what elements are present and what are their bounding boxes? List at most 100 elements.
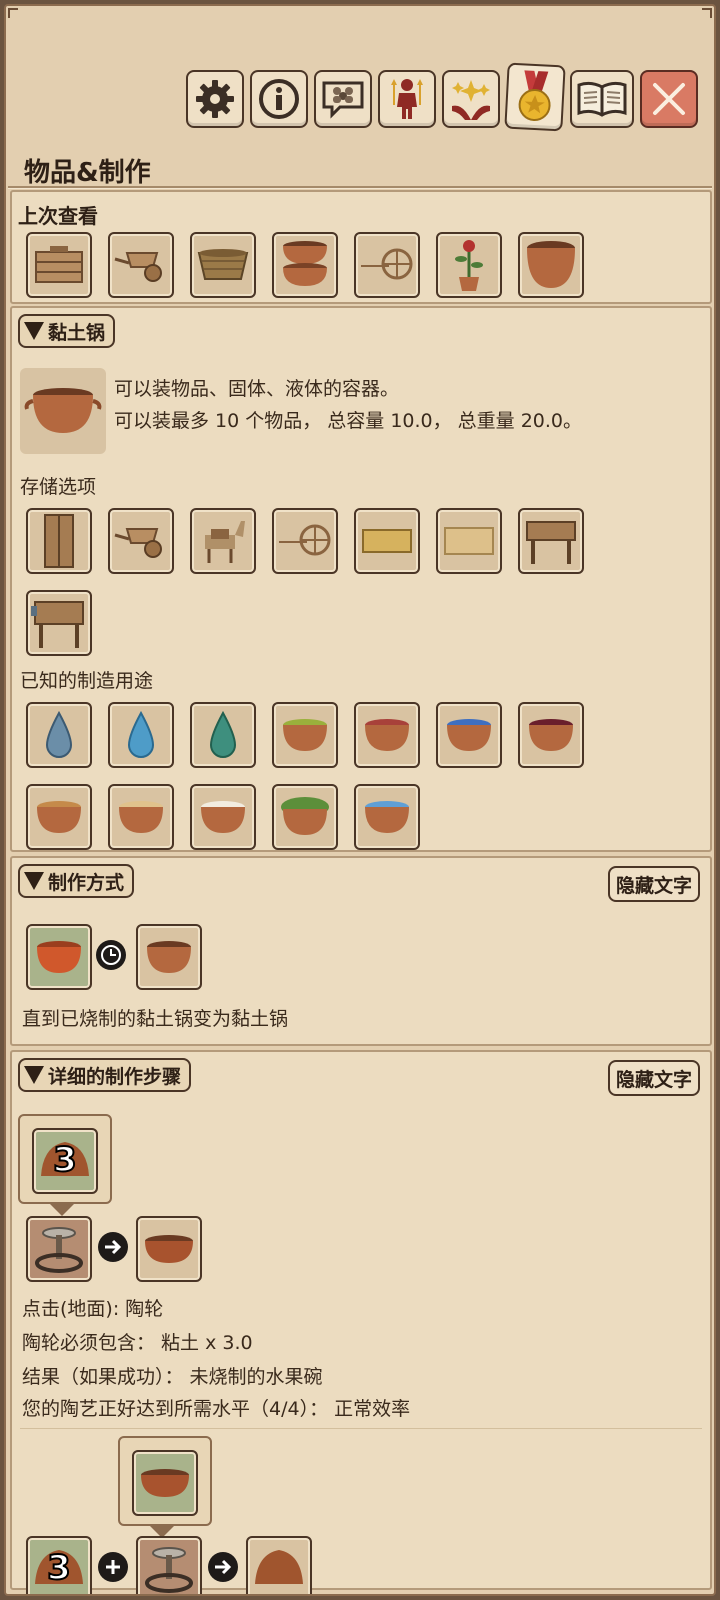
pot-blue-berries-icon (441, 715, 497, 755)
method-description: 直到已烧制的黏土锅变为黏土锅 (22, 1008, 289, 1030)
social-button[interactable] (314, 70, 372, 128)
recent-item[interactable] (518, 232, 584, 298)
item-desc-2: 可以装最多 10 个物品， 总容量 10.0， 总重量 20.0。 (114, 410, 583, 432)
method-header[interactable]: 制作方式 (18, 864, 135, 898)
method-input[interactable] (26, 924, 92, 990)
pot-dark-berries-icon (523, 715, 579, 755)
collapse-triangle-icon (24, 872, 44, 890)
cart-icon (359, 242, 415, 288)
step-line-3: 结果（如果成功）： 未烧制的水果碗 (22, 1366, 323, 1388)
storage-item[interactable] (190, 508, 256, 574)
fruit-bowl-icon (137, 1465, 193, 1501)
pot-milk-icon (195, 797, 251, 837)
clay-count: 3 (46, 1547, 72, 1589)
recent-item[interactable] (354, 232, 420, 298)
storage-item[interactable] (26, 508, 92, 574)
pottery-wheel-icon (141, 1541, 197, 1594)
corner-ornament (8, 8, 18, 18)
pot-stew-icon (31, 797, 87, 837)
next-step-result[interactable] (246, 1536, 312, 1594)
clay-requirement[interactable]: 3 (32, 1128, 98, 1194)
storage-item[interactable] (108, 508, 174, 574)
wardrobe-icon (41, 513, 77, 569)
workbench-icon (31, 596, 87, 650)
character-button[interactable] (378, 70, 436, 128)
storage-item[interactable] (436, 508, 502, 574)
divider (8, 186, 712, 189)
crafting-window: 物品&制作 上次查看 黏土锅 可以装物品、固体、液体的容器。 可以装最多 10 … (4, 4, 716, 1596)
clock-icon (96, 940, 126, 970)
book-icon (575, 79, 629, 119)
use-item[interactable] (354, 702, 420, 768)
hide-text-button[interactable]: 隐藏文字 (607, 1060, 700, 1096)
use-item[interactable] (26, 702, 92, 768)
steps-label: 详细的制作步骤 (48, 1065, 182, 1088)
use-item[interactable] (190, 784, 256, 850)
recent-item[interactable] (272, 232, 338, 298)
item-desc-1: 可以装物品、固体、液体的容器。 (114, 378, 400, 400)
recent-item[interactable] (108, 232, 174, 298)
recent-item[interactable] (190, 232, 256, 298)
use-item[interactable] (26, 784, 92, 850)
settings-button[interactable] (186, 70, 244, 128)
use-item[interactable] (108, 784, 174, 850)
water-drop-green-icon (208, 711, 238, 759)
method-output[interactable] (136, 924, 202, 990)
steps-panel: 详细的制作步骤 隐藏文字 3 点击(地面): 陶轮 陶轮必须包含： 粘土 x 3… (10, 1050, 712, 1594)
basket-icon (195, 245, 251, 285)
use-item[interactable] (190, 702, 256, 768)
item-header[interactable]: 黏土锅 (18, 314, 116, 348)
next-step-clay[interactable]: 3 (26, 1536, 92, 1594)
recent-item[interactable] (436, 232, 502, 298)
bowl-requirement[interactable] (132, 1450, 198, 1516)
storage-item[interactable] (518, 508, 584, 574)
woven-rug-icon (441, 524, 497, 558)
pot-leaves-icon (277, 795, 333, 839)
close-button[interactable] (640, 70, 698, 128)
item-image (20, 368, 106, 454)
storage-item[interactable] (272, 508, 338, 574)
straw-mat-icon (359, 526, 415, 556)
guide-button[interactable] (570, 70, 634, 128)
use-item[interactable] (108, 702, 174, 768)
collapse-triangle-icon (24, 322, 44, 340)
info-button[interactable] (250, 70, 308, 128)
clay-count: 3 (52, 1139, 78, 1181)
step-separator (20, 1428, 702, 1429)
item-panel: 黏土锅 可以装物品、固体、液体的容器。 可以装最多 10 个物品， 总容量 10… (10, 306, 712, 852)
corner-ornament (702, 8, 712, 18)
step-line-4: 您的陶艺正好达到所需水平（4/4）： 正常效率 (22, 1398, 411, 1420)
steps-header[interactable]: 详细的制作步骤 (18, 1058, 192, 1092)
step-line-2: 陶轮必须包含： 粘土 x 3.0 (22, 1332, 253, 1354)
next-step-tool[interactable] (136, 1536, 202, 1594)
achievements-button[interactable] (504, 62, 566, 132)
step-line-1: 点击(地面): 陶轮 (22, 1298, 164, 1320)
use-item[interactable] (354, 784, 420, 850)
use-item[interactable] (272, 784, 338, 850)
item-name: 黏土锅 (48, 321, 106, 344)
storage-item[interactable] (26, 590, 92, 656)
hide-text-button[interactable]: 隐藏文字 (607, 866, 700, 902)
fired-clay-pot-icon (31, 937, 87, 977)
use-item[interactable] (518, 702, 584, 768)
page-title: 物品&制作 (24, 158, 151, 188)
pot-green-food-icon (277, 715, 333, 755)
info-icon (257, 77, 301, 121)
stacked-pots-icon (277, 238, 333, 292)
storage-item[interactable] (354, 508, 420, 574)
wooden-crate-icon (32, 242, 86, 288)
water-drop-blue-icon (126, 711, 156, 759)
water-drop-gray-icon (44, 711, 74, 759)
use-item[interactable] (272, 702, 338, 768)
skills-button[interactable] (442, 70, 500, 128)
step-tool[interactable] (26, 1216, 92, 1282)
fruit-bowl-icon (141, 1231, 197, 1267)
step-result[interactable] (136, 1216, 202, 1282)
clay-lump-icon: 3 (31, 1544, 87, 1594)
use-item[interactable] (436, 702, 502, 768)
uses-label: 已知的制造用途 (20, 670, 154, 692)
arrow-right-icon (98, 1232, 128, 1262)
recent-panel: 上次查看 (10, 190, 712, 304)
recent-label: 上次查看 (18, 204, 98, 228)
recent-item[interactable] (26, 232, 92, 298)
